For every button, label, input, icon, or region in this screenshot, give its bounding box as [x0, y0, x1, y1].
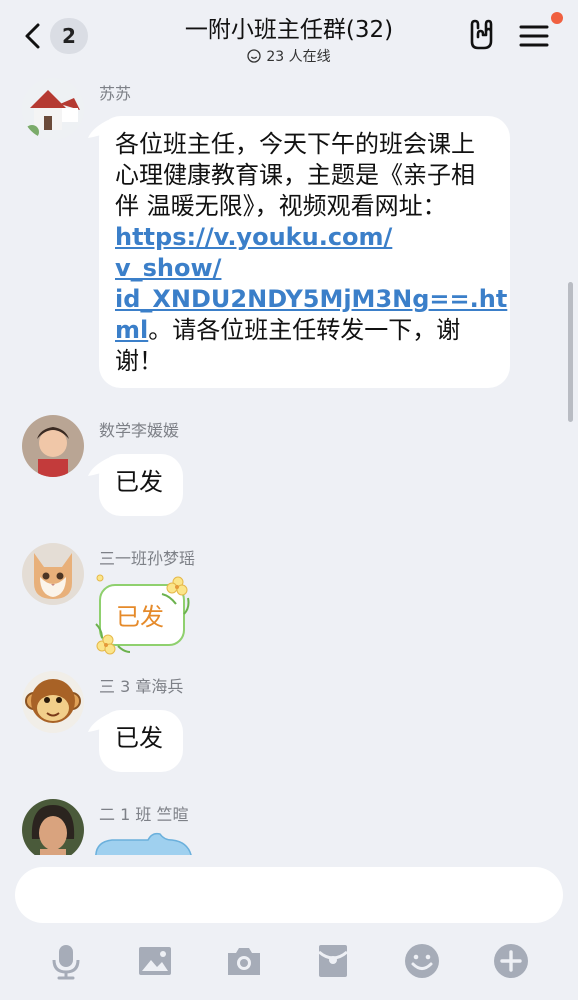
link-line: id_XNDU2NDY5MjM3Ng==.ht [115, 285, 508, 313]
menu-icon[interactable] [518, 20, 550, 52]
avatar[interactable] [22, 799, 84, 855]
sender-name: 三 3 章海兵 [99, 677, 184, 696]
message-text: 已发 [116, 603, 164, 631]
online-status: 23 人在线 [100, 46, 478, 66]
message-list[interactable]: 苏苏 各位班主任，今天下午的班会课上心理健康教育课，主题是《亲子相伴 温暖无限》… [0, 72, 578, 855]
scrollbar[interactable] [568, 282, 573, 422]
unread-count-badge: 2 [50, 18, 88, 54]
avatar[interactable] [22, 415, 84, 477]
message-bubble[interactable]: 已发 [99, 710, 183, 772]
back-button[interactable]: 2 [20, 18, 88, 54]
avatar[interactable] [22, 671, 84, 733]
link-line: https://v.youku.com/ [115, 223, 393, 251]
link-line: ml [115, 316, 149, 344]
title-area[interactable]: 一附小班主任群(32) 23 人在线 [100, 10, 478, 66]
message-text: 各位班主任，今天下午的班会课上心理健康教育课，主题是《亲子相伴 温暖无限》，视频… [115, 130, 475, 220]
sender-name: 三一班孙梦瑶 [99, 549, 196, 568]
message-text: 。请各位班主任转发一下，谢谢！ [115, 316, 461, 375]
microphone-icon[interactable] [47, 942, 85, 980]
sender-name: 数学李媛媛 [99, 421, 180, 440]
composer-bar [0, 855, 578, 1000]
red-packet-icon[interactable] [314, 942, 352, 980]
sticker-image[interactable] [92, 830, 194, 855]
smile-status-icon [247, 49, 262, 63]
message-input[interactable] [15, 867, 563, 923]
avatar[interactable] [22, 78, 84, 140]
chevron-left-icon [25, 23, 40, 49]
message-bubble[interactable]: 各位班主任，今天下午的班会课上心理健康教育课，主题是《亲子相伴 温暖无限》，视频… [99, 116, 510, 388]
image-icon[interactable] [136, 942, 174, 980]
chat-header: 2 一附小班主任群(32) 23 人在线 [0, 0, 578, 72]
emoji-icon[interactable] [403, 942, 441, 980]
hand-gesture-icon[interactable] [464, 18, 498, 52]
plus-icon[interactable] [492, 942, 530, 980]
message-bubble[interactable]: 已发 [99, 454, 183, 516]
sender-name: 苏苏 [99, 84, 132, 103]
group-title: 一附小班主任群(32) [184, 17, 394, 43]
camera-icon[interactable] [225, 942, 263, 980]
avatar[interactable] [22, 543, 84, 605]
sender-name: 二 1 班 竺暄 [99, 805, 189, 824]
online-count-text: 23 人在线 [266, 49, 331, 65]
link-line: v_show/ [115, 254, 222, 282]
notification-dot [551, 12, 563, 24]
